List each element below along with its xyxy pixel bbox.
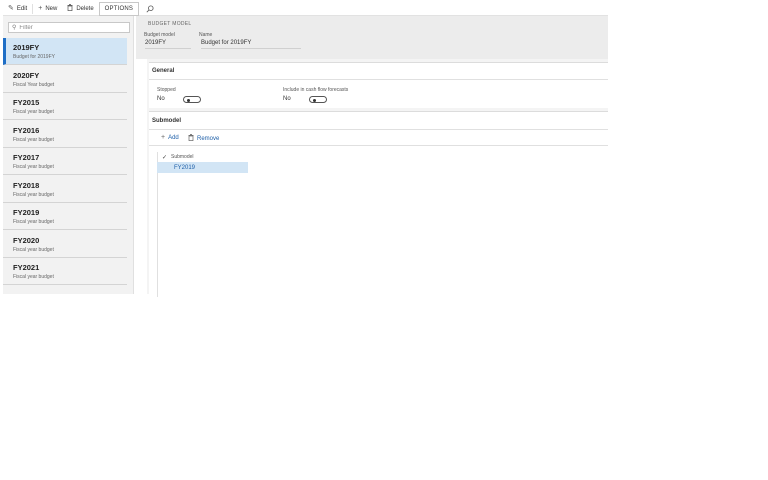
trash-icon bbox=[188, 134, 194, 143]
list-item[interactable]: FY2021 Fiscal year budget bbox=[3, 258, 127, 285]
remove-button[interactable]: Remove bbox=[188, 134, 219, 143]
stopped-value: No bbox=[157, 96, 165, 102]
plus-icon: + bbox=[38, 5, 43, 12]
list-item-subtitle: Fiscal Year budget bbox=[13, 82, 55, 88]
submodel-column-header[interactable]: Submodel bbox=[171, 154, 194, 160]
edit-button[interactable]: ✎ Edit bbox=[3, 2, 32, 16]
list-item[interactable]: 2020FY Fiscal Year budget bbox=[3, 66, 127, 93]
submodel-section: Submodel + Add Remove ✓ Submodel FY2019 bbox=[149, 111, 608, 297]
general-section: General Stopped No Include in cash flow … bbox=[149, 62, 608, 108]
list-item-title: FY2019 bbox=[13, 208, 40, 217]
form-content: General Stopped No Include in cash flow … bbox=[147, 59, 608, 297]
list-item-title: FY2018 bbox=[13, 181, 40, 190]
remove-button-label: Remove bbox=[197, 135, 220, 142]
grid-top-divider bbox=[149, 145, 608, 146]
pencil-icon: ✎ bbox=[8, 5, 14, 12]
delete-button[interactable]: Delete bbox=[62, 2, 98, 16]
record-header: BUDGET MODEL Budget model 2019FY Name Bu… bbox=[136, 16, 608, 59]
list-item-title: 2020FY bbox=[13, 71, 40, 80]
list-item-title: FY2016 bbox=[13, 126, 40, 135]
list-item-title: FY2021 bbox=[13, 263, 40, 272]
add-button-label: Add bbox=[168, 134, 179, 141]
filter-box[interactable]: ⚲ bbox=[8, 22, 130, 33]
list-item-subtitle: Fiscal year budget bbox=[13, 109, 54, 115]
list-item-subtitle: Fiscal year budget bbox=[13, 192, 54, 198]
budget-model-label: Budget model bbox=[144, 32, 175, 38]
list-item-subtitle: Fiscal year budget bbox=[13, 274, 54, 280]
grid-header: ✓ Submodel bbox=[157, 152, 248, 162]
new-button[interactable]: + New bbox=[33, 2, 62, 16]
list-item-title: 2019FY bbox=[13, 43, 40, 52]
plus-icon: + bbox=[161, 134, 166, 141]
list-item-subtitle: Fiscal year budget bbox=[13, 164, 54, 170]
search-icon[interactable] bbox=[143, 2, 157, 16]
budget-model-list-pane: ⚲ 2019FY Budget for 2019FY 2020FY Fiscal… bbox=[3, 16, 134, 294]
list-item[interactable]: 2019FY Budget for 2019FY bbox=[3, 38, 127, 65]
stopped-toggle[interactable] bbox=[183, 96, 201, 103]
cashflow-value: No bbox=[283, 96, 291, 102]
list-item-subtitle: Fiscal year budget bbox=[13, 219, 54, 225]
list-item-title: FY2020 bbox=[13, 236, 40, 245]
search-icon: ⚲ bbox=[12, 25, 17, 31]
budget-model-value: 2019FY bbox=[145, 40, 191, 49]
new-button-label: New bbox=[45, 5, 58, 12]
list-item-subtitle: Budget for 2019FY bbox=[13, 54, 55, 60]
general-section-header[interactable]: General bbox=[152, 68, 174, 74]
cashflow-label: Include in cash flow forecasts bbox=[283, 87, 349, 93]
list-item[interactable]: FY2017 Fiscal year budget bbox=[3, 148, 127, 175]
filter-input[interactable] bbox=[19, 24, 120, 31]
name-value: Budget for 2019FY bbox=[201, 40, 301, 49]
submodel-cell[interactable]: FY2019 bbox=[174, 165, 195, 171]
list-item-subtitle: Fiscal year budget bbox=[13, 247, 54, 253]
list-item[interactable]: FY2016 Fiscal year budget bbox=[3, 121, 127, 148]
options-tab[interactable]: OPTIONS bbox=[98, 1, 140, 16]
section-divider bbox=[149, 79, 608, 80]
toggle-knob bbox=[313, 98, 316, 102]
list-item[interactable]: FY2015 Fiscal year budget bbox=[3, 93, 127, 120]
section-divider bbox=[149, 129, 608, 130]
table-row[interactable]: FY2019 bbox=[157, 162, 248, 173]
edit-button-label: Edit bbox=[16, 5, 28, 12]
list-item-title: FY2015 bbox=[13, 98, 40, 107]
submodel-section-header[interactable]: Submodel bbox=[152, 118, 181, 124]
checkmark-icon[interactable]: ✓ bbox=[158, 154, 171, 161]
trash-icon bbox=[67, 4, 73, 13]
name-label: Name bbox=[199, 32, 213, 38]
add-button[interactable]: + Add bbox=[161, 134, 179, 141]
grid-left-border bbox=[157, 152, 158, 297]
list-item[interactable]: FY2019 Fiscal year budget bbox=[3, 203, 127, 230]
list-item[interactable]: FY2018 Fiscal year budget bbox=[3, 176, 127, 203]
list-item[interactable]: FY2020 Fiscal year budget bbox=[3, 231, 127, 258]
page-caption: BUDGET MODEL bbox=[148, 21, 192, 27]
cashflow-toggle[interactable] bbox=[309, 96, 327, 103]
budget-model-details: BUDGET MODEL Budget model 2019FY Name Bu… bbox=[136, 16, 608, 297]
stopped-label: Stopped bbox=[157, 87, 176, 93]
list-item-title: FY2017 bbox=[13, 153, 40, 162]
toggle-knob bbox=[187, 98, 190, 102]
action-toolbar: ✎ Edit + New Delete OPTIONS bbox=[3, 1, 608, 16]
delete-button-label: Delete bbox=[76, 5, 94, 12]
list-item-subtitle: Fiscal year budget bbox=[13, 137, 54, 143]
